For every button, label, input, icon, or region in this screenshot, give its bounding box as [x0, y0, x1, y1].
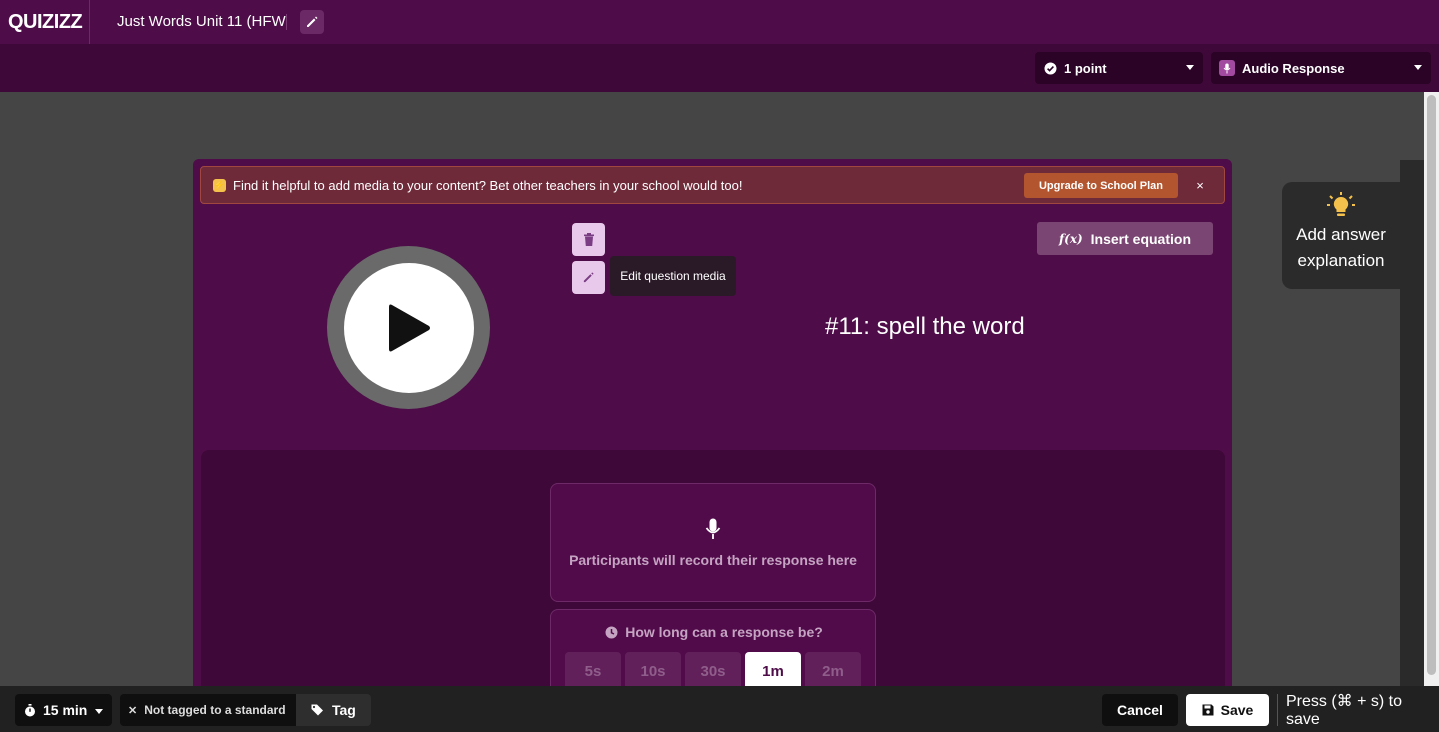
lightning-icon: ⚡ — [213, 178, 226, 192]
response-length-box: How long can a response be? 5s 10s 30s 1… — [550, 609, 876, 686]
audio-play-button[interactable] — [327, 246, 490, 409]
scrollbar-thumb[interactable] — [1427, 95, 1436, 675]
play-icon — [388, 304, 430, 351]
chevron-down-icon — [1414, 65, 1422, 70]
response-length-title: How long can a response be? — [551, 624, 877, 640]
edit-title-button[interactable] — [300, 10, 324, 34]
delete-media-button[interactable] — [572, 223, 605, 256]
time-limit-label: 15 min — [43, 702, 88, 718]
chevron-down-icon — [1186, 65, 1194, 70]
cancel-button[interactable]: Cancel — [1102, 694, 1178, 726]
response-area: Participants will record their response … — [201, 450, 1225, 686]
insert-equation-button[interactable]: f(x) Insert equation — [1037, 222, 1213, 255]
add-answer-explanation-button[interactable]: Add answer explanation — [1282, 182, 1400, 289]
question-settings-bar: 1 point Audio Response — [0, 44, 1439, 92]
tag-icon — [311, 704, 325, 716]
question-text[interactable]: #11: spell the word — [825, 313, 1025, 341]
length-option-5s[interactable]: 5s — [565, 652, 621, 686]
lightbulb-icon — [1327, 192, 1355, 216]
response-length-options: 5s 10s 30s 1m 2m — [565, 652, 861, 686]
edit-media-button[interactable] — [572, 261, 605, 294]
microphone-icon — [1219, 60, 1235, 76]
trash-icon — [583, 233, 594, 246]
question-type-dropdown[interactable]: Audio Response — [1211, 52, 1431, 84]
upgrade-banner: ⚡ Find it helpful to add media to your c… — [200, 166, 1225, 204]
response-length-label: How long can a response be? — [625, 624, 823, 640]
explanation-label-line2: explanation — [1297, 251, 1385, 270]
length-option-1m[interactable]: 1m — [745, 652, 801, 686]
right-rail — [1400, 160, 1424, 686]
quiz-title[interactable]: Just Words Unit 11 (HFW l — [117, 14, 287, 30]
chevron-down-icon — [95, 708, 104, 714]
points-label: 1 point — [1064, 60, 1107, 76]
pencil-icon — [307, 16, 318, 27]
top-bar: QUIZIZZ Just Words Unit 11 (HFW l — [0, 0, 1439, 44]
upgrade-button[interactable]: Upgrade to School Plan — [1024, 173, 1178, 198]
play-button-inner — [343, 262, 474, 393]
explanation-label-line1: Add answer — [1296, 225, 1386, 244]
length-option-10s[interactable]: 10s — [625, 652, 681, 686]
question-editor: ⚡ Find it helpful to add media to your c… — [193, 159, 1232, 686]
clock-icon — [605, 626, 618, 639]
save-shortcut-hint: Press (⌘ + s) to save — [1277, 693, 1439, 728]
length-option-30s[interactable]: 30s — [685, 652, 741, 686]
bottom-bar: 15 min ✕ Not tagged to a standard Tag Ca… — [0, 686, 1439, 732]
insert-equation-label: Insert equation — [1090, 230, 1192, 247]
edit-media-tooltip: Edit question media — [610, 256, 736, 296]
stopwatch-icon — [24, 703, 36, 717]
check-circle-icon — [1043, 61, 1057, 75]
time-limit-dropdown[interactable]: 15 min — [15, 694, 112, 726]
function-icon: f(x) — [1058, 231, 1083, 246]
pencil-icon — [583, 272, 594, 283]
microphone-icon — [705, 518, 721, 539]
save-button[interactable]: Save — [1186, 694, 1269, 726]
close-icon: ✕ — [128, 704, 138, 717]
question-type-label: Audio Response — [1242, 60, 1345, 76]
tag-button[interactable]: Tag — [296, 694, 371, 726]
save-label: Save — [1220, 702, 1254, 718]
close-icon[interactable]: × — [1192, 177, 1208, 193]
length-option-2m[interactable]: 2m — [805, 652, 861, 686]
standard-label: Not tagged to a standard — [144, 703, 286, 717]
points-dropdown[interactable]: 1 point — [1035, 52, 1203, 84]
floppy-disk-icon — [1202, 704, 1214, 716]
banner-message: Find it helpful to add media to your con… — [233, 177, 743, 193]
record-response-box: Participants will record their response … — [550, 483, 876, 602]
record-hint: Participants will record their response … — [569, 551, 857, 568]
tag-label: Tag — [332, 702, 356, 718]
quizizz-logo[interactable]: QUIZIZZ — [0, 0, 90, 44]
standard-tag-button[interactable]: ✕ Not tagged to a standard — [120, 694, 296, 726]
explanation-label: Add answer explanation — [1296, 222, 1386, 274]
